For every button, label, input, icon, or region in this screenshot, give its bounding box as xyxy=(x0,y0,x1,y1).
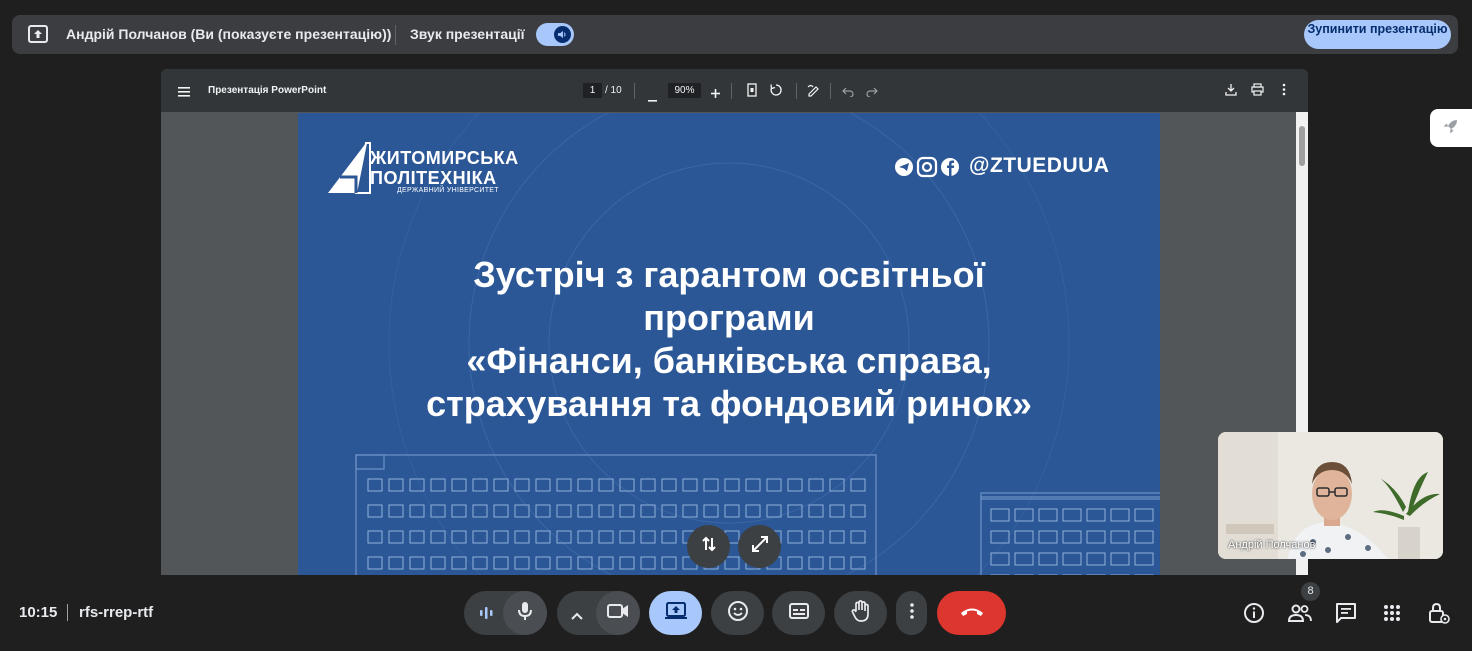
menu-icon[interactable] xyxy=(178,84,190,102)
present-to-all-icon xyxy=(664,601,687,625)
hand-icon xyxy=(851,599,871,627)
people-icon[interactable] xyxy=(1288,601,1312,625)
more-vert-icon xyxy=(909,602,914,624)
emoji-icon xyxy=(727,600,749,627)
university-logo xyxy=(326,141,372,202)
divider xyxy=(830,83,831,99)
raise-hand-button[interactable] xyxy=(834,591,887,635)
camera-control xyxy=(557,591,640,635)
leave-call-button[interactable] xyxy=(937,591,1006,635)
annotate-icon[interactable] xyxy=(807,83,821,102)
logo-text-line1: ЖИТОМИРСЬКА xyxy=(370,148,519,168)
camera-button[interactable] xyxy=(596,591,640,635)
mic-icon xyxy=(517,601,533,626)
captions-button[interactable] xyxy=(772,591,825,635)
self-view-tile[interactable]: Андрій Полчанов xyxy=(1218,432,1443,559)
videocam-icon xyxy=(607,603,629,624)
more-options-button[interactable] xyxy=(896,591,927,635)
presentation-audio-label: Звук презентації xyxy=(410,26,525,42)
meeting-code: rfs-rrep-rtf xyxy=(79,604,154,621)
meeting-details-icon[interactable] xyxy=(1242,601,1266,625)
slide-title: Зустріч з гарантом освітньої програми «Ф… xyxy=(298,253,1160,425)
reactions-button[interactable] xyxy=(711,591,764,635)
pdf-toolbar: Презентація PowerPoint 1 / 10 90% xyxy=(161,69,1308,112)
participant-count-badge: 8 xyxy=(1301,582,1320,601)
present-to-all-icon xyxy=(28,25,48,43)
volume-icon xyxy=(554,26,571,43)
current-time: 10:15 xyxy=(19,604,58,621)
host-controls-icon[interactable] xyxy=(1427,601,1451,625)
rotate-icon[interactable] xyxy=(769,83,783,102)
presenter-status-text: Андрій Полчанов (Ви (показуєте презентац… xyxy=(66,26,392,42)
presentation-slide: ЖИТОМИРСЬКА ПОЛІТЕХНІКА ДЕРЖАВНИЙ УНІВЕР… xyxy=(298,113,1160,575)
participant-name: Андрій Полчанов xyxy=(1228,539,1316,551)
page-number-input[interactable]: 1 xyxy=(583,83,602,98)
audio-level-icon[interactable] xyxy=(478,604,494,627)
more-vert-icon[interactable] xyxy=(1282,83,1286,101)
call-end-icon xyxy=(960,604,984,622)
expand-icon xyxy=(751,535,769,558)
microphone-control xyxy=(464,591,547,635)
redo-icon[interactable] xyxy=(866,84,878,102)
chevron-up-icon[interactable] xyxy=(571,607,583,625)
instagram-icon xyxy=(916,156,938,178)
presenting-banner: Андрій Полчанов (Ви (показуєте презентац… xyxy=(12,15,1458,54)
divider xyxy=(731,83,732,99)
print-icon[interactable] xyxy=(1251,83,1264,101)
closed-caption-icon xyxy=(788,602,809,624)
logo-text-line2: ПОЛІТЕХНІКА xyxy=(370,168,497,188)
social-handle: @ZTUEDUUA xyxy=(969,154,1110,177)
rocket-icon xyxy=(1443,118,1459,139)
microphone-button[interactable] xyxy=(503,591,547,635)
divider xyxy=(634,83,635,99)
logo-text-line3: ДЕРЖАВНИЙ УНІВЕРСИТЕТ xyxy=(397,187,499,194)
present-button[interactable] xyxy=(649,591,702,635)
presentation-audio-toggle[interactable] xyxy=(536,23,574,46)
swap-vert-icon xyxy=(700,535,718,558)
chat-icon[interactable] xyxy=(1334,601,1358,625)
pdf-viewer: Презентація PowerPoint 1 / 10 90% ЖИТОМИ… xyxy=(161,69,1308,575)
fit-page-icon[interactable] xyxy=(747,83,757,102)
zoom-in-icon[interactable] xyxy=(711,85,720,103)
divider xyxy=(796,83,797,99)
activities-icon[interactable] xyxy=(1380,601,1404,625)
pdf-title: Презентація PowerPoint xyxy=(208,85,327,96)
download-icon[interactable] xyxy=(1225,83,1237,101)
undo-icon[interactable] xyxy=(842,84,854,102)
swap-layout-button[interactable] xyxy=(687,525,730,568)
scrollbar-thumb[interactable] xyxy=(1299,126,1305,166)
slide-title-line: Зустріч з гарантом освітньої xyxy=(473,254,985,295)
slide-title-line: страхування та фондовий ринок» xyxy=(426,383,1032,424)
zoom-level-input[interactable]: 90% xyxy=(668,83,701,98)
fullscreen-button[interactable] xyxy=(738,525,781,568)
social-icons xyxy=(894,156,964,183)
slide-title-line: програми xyxy=(643,297,815,338)
slide-title-line: «Фінанси, банківська справа, xyxy=(466,340,992,381)
facebook-icon xyxy=(941,158,959,176)
page-total: / 10 xyxy=(605,85,622,96)
divider xyxy=(395,25,396,45)
divider xyxy=(67,604,68,621)
stop-presenting-button[interactable]: Зупинити презентацію xyxy=(1304,20,1451,49)
side-panel-button[interactable] xyxy=(1430,109,1472,147)
telegram-icon xyxy=(895,158,913,176)
zoom-out-icon[interactable] xyxy=(648,89,657,107)
